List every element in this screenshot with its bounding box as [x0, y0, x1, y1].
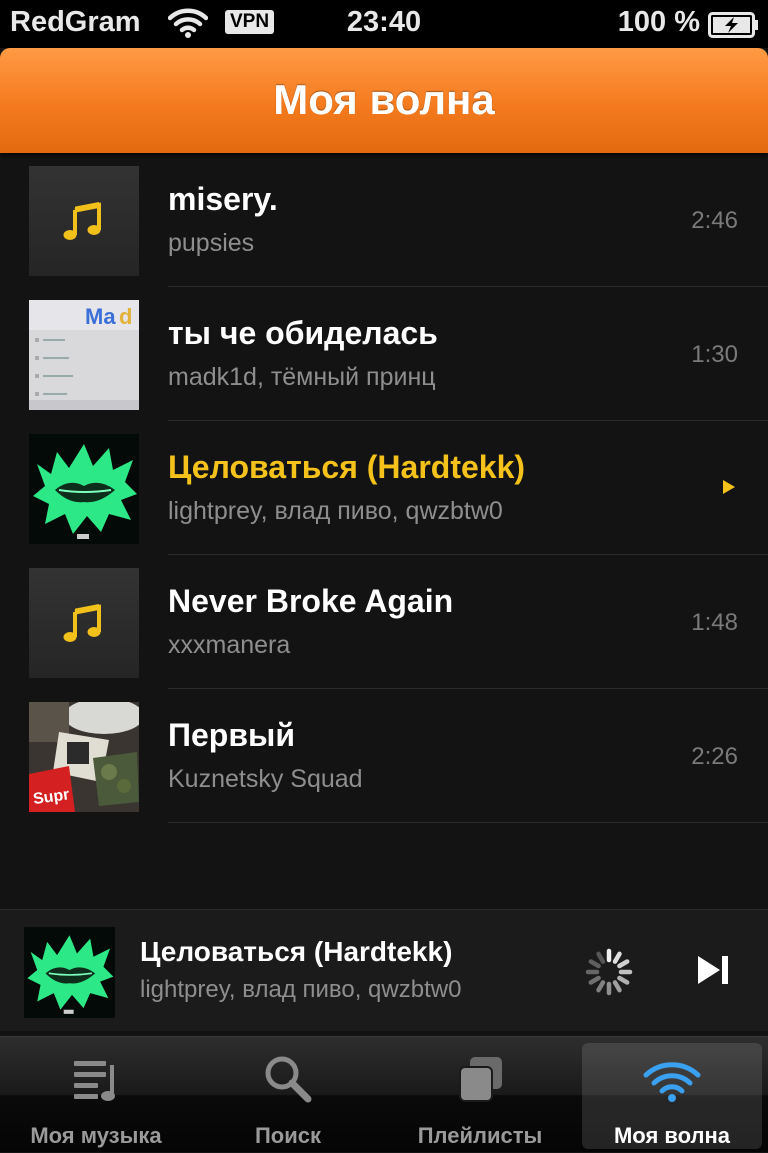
divider	[168, 822, 768, 823]
music-list-icon	[74, 1061, 115, 1101]
tab-my-wave[interactable]: Моя волна	[576, 1037, 768, 1153]
nav-header: Моя волна	[0, 48, 768, 153]
track-artist: pupsies	[168, 229, 255, 257]
tab-label: Моя музыка	[30, 1123, 162, 1148]
track-artwork	[29, 434, 139, 544]
battery-percent: 100 %	[617, 6, 700, 38]
tab-label: Моя волна	[613, 1123, 731, 1148]
track-row[interactable]: Supr Первый Kuznetsky Squad 2:26	[0, 689, 768, 823]
wave-icon	[643, 1062, 701, 1102]
tab-bar: Моя музыка Поиск Плейлисты Моя волна	[0, 1036, 768, 1152]
track-row-playing[interactable]: Целоваться (Hardtekk) lightprey, влад пи…	[0, 421, 768, 555]
wifi-icon	[167, 8, 209, 46]
track-artist: madk1d, тёмный принц	[168, 363, 436, 391]
track-row[interactable]: misery. pupsies 2:46	[0, 153, 768, 287]
svg-text:Ma: Ma	[85, 304, 116, 329]
music-note-icon	[63, 202, 101, 240]
loading-spinner-icon	[584, 947, 634, 1002]
now-playing-artwork	[24, 927, 115, 1018]
search-icon	[265, 1056, 312, 1103]
tab-label: Плейлисты	[417, 1123, 543, 1148]
mini-player[interactable]: Целоваться (Hardtekk) lightprey, влад пи…	[0, 909, 768, 1031]
track-artist: xxxmanera	[168, 631, 291, 659]
battery-charging-icon	[708, 12, 760, 46]
track-title: Never Broke Again	[168, 583, 454, 619]
track-artwork	[29, 166, 139, 276]
tab-my-music[interactable]: Моя музыка	[0, 1037, 192, 1153]
track-title: ты че обиделась	[168, 315, 438, 351]
track-row[interactable]: Ma d ты че обиделась madk1d, тёмный прин…	[0, 287, 768, 421]
track-duration: 1:48	[691, 609, 738, 636]
next-track-button[interactable]	[696, 954, 730, 991]
now-playing-artist: lightprey, влад пиво, qwzbtw0	[140, 976, 462, 1003]
svg-text:d: d	[119, 304, 132, 329]
track-list: misery. pupsies 2:46 Ma d ты че обиделас…	[0, 153, 768, 823]
track-artist: lightprey, влад пиво, qwzbtw0	[168, 497, 503, 525]
track-artwork	[29, 568, 139, 678]
track-duration: 2:26	[691, 743, 738, 770]
playlists-icon	[459, 1057, 502, 1102]
music-note-icon	[63, 604, 101, 642]
track-artist: Kuznetsky Squad	[168, 765, 363, 793]
skip-next-icon	[698, 956, 728, 984]
now-playing-title: Целоваться (Hardtekk)	[140, 936, 453, 967]
track-artwork: Ma d	[29, 300, 139, 410]
tab-label: Поиск	[254, 1123, 322, 1148]
track-title: Целоваться (Hardtekk)	[168, 449, 526, 485]
track-title: Первый	[168, 717, 296, 753]
status-bar: RedGram VPN 23:40 100 %	[0, 0, 768, 48]
page-title: Моя волна	[273, 76, 495, 123]
tab-playlists[interactable]: Плейлисты	[384, 1037, 576, 1153]
track-artwork: Supr	[29, 702, 139, 812]
carrier-label: RedGram	[10, 6, 141, 38]
track-duration: 1:30	[691, 341, 738, 368]
track-duration: 2:46	[691, 207, 738, 234]
vpn-badge: VPN	[225, 10, 275, 34]
track-row[interactable]: Never Broke Again xxxmanera 1:48	[0, 555, 768, 689]
track-title: misery.	[168, 181, 278, 217]
now-playing-indicator-icon	[722, 479, 736, 500]
tab-search[interactable]: Поиск	[192, 1037, 384, 1153]
